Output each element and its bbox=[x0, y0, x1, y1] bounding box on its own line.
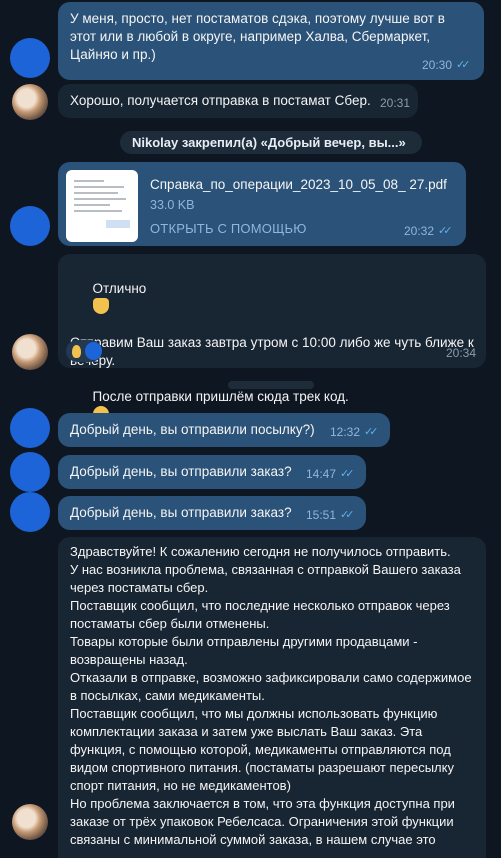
message-time: 20:32 bbox=[403, 224, 434, 238]
service-text: Nikolay закрепил(а) «Добрый вечер, вы...… bbox=[132, 135, 406, 150]
outgoing-message[interactable]: Добрый день, вы отправили заказ? 14:47 ✓… bbox=[58, 455, 366, 489]
contact-avatar[interactable] bbox=[12, 804, 48, 840]
message-meta: 12:32 ✓✓ bbox=[330, 423, 380, 441]
user-avatar-redacted[interactable] bbox=[10, 408, 50, 448]
message-time: 12:32 bbox=[329, 425, 360, 439]
chat-history[interactable]: У меня, просто, нет постаматов сдэка, по… bbox=[0, 0, 501, 858]
double-check-icon: ✓✓ bbox=[340, 468, 354, 480]
document-size: 33.0 KB bbox=[150, 198, 195, 212]
double-check-icon: ✓✓ bbox=[438, 225, 452, 237]
message-text: Здравствуйте! К сожалению сегодня не пол… bbox=[70, 544, 472, 847]
outgoing-message[interactable]: Добрый день, вы отправили заказ? 15:51 ✓… bbox=[58, 496, 366, 530]
reactor-avatar bbox=[84, 342, 102, 360]
message-time: 20:31 bbox=[379, 96, 410, 110]
incoming-message[interactable]: Хорошо, получается отправка в постамат С… bbox=[58, 84, 418, 118]
message-time: 20:30 bbox=[421, 58, 452, 72]
user-avatar-redacted[interactable] bbox=[10, 492, 50, 532]
contact-avatar[interactable] bbox=[12, 334, 48, 370]
user-avatar-redacted[interactable] bbox=[10, 452, 50, 492]
message-text: Отправим Ваш заказ завтра утром с 10:00 … bbox=[70, 335, 474, 368]
document-thumbnail[interactable] bbox=[66, 170, 138, 242]
double-check-icon: ✓✓ bbox=[364, 426, 378, 438]
document-message[interactable]: Справка_по_операции_2023_10_05_08_ 27.pd… bbox=[58, 162, 466, 246]
message-text: После отправки пришлём сюда трек код. bbox=[92, 389, 349, 404]
date-divider bbox=[228, 381, 314, 389]
message-meta: 15:51 ✓✓ bbox=[306, 506, 356, 524]
message-meta: 20:32 ✓✓ bbox=[404, 222, 454, 240]
message-time: 14:47 bbox=[305, 467, 336, 481]
outgoing-message[interactable]: Добрый день, вы отправили посылку?) 12:3… bbox=[58, 413, 390, 447]
message-text: Отлично bbox=[92, 281, 147, 296]
user-avatar-redacted[interactable] bbox=[10, 38, 50, 78]
message-text: У меня, просто, нет постаматов сдэка, по… bbox=[70, 11, 449, 62]
outgoing-message[interactable]: У меня, просто, нет постаматов сдэка, по… bbox=[58, 2, 484, 80]
pinned-service-message[interactable]: Nikolay закрепил(а) «Добрый вечер, вы...… bbox=[120, 131, 422, 154]
message-text: Хорошо, получается отправка в постамат С… bbox=[70, 93, 371, 108]
open-with-button[interactable]: ОТКРЫТЬ С ПОМОЩЬЮ bbox=[150, 220, 307, 238]
message-time: 15:51 bbox=[305, 508, 336, 522]
thumbs-up-emoji bbox=[92, 298, 109, 314]
contact-avatar[interactable] bbox=[12, 84, 48, 120]
user-avatar-redacted[interactable] bbox=[10, 206, 50, 246]
double-check-icon: ✓✓ bbox=[340, 509, 354, 521]
double-check-icon: ✓✓ bbox=[456, 59, 470, 71]
message-meta: 14:47 ✓✓ bbox=[306, 465, 356, 483]
message-meta: 20:30 ✓✓ bbox=[422, 56, 472, 74]
message-time: 20:34 bbox=[445, 346, 476, 360]
document-filename[interactable]: Справка_по_операции_2023_10_05_08_ 27.pd… bbox=[150, 176, 447, 194]
incoming-message[interactable]: Отлично Отправим Ваш заказ завтра утром … bbox=[58, 254, 486, 422]
incoming-message[interactable]: Здравствуйте! К сожалению сегодня не пол… bbox=[58, 537, 486, 858]
message-line: Отлично bbox=[70, 262, 474, 334]
fire-reaction-icon bbox=[72, 344, 81, 358]
reaction-chip[interactable] bbox=[66, 340, 102, 362]
